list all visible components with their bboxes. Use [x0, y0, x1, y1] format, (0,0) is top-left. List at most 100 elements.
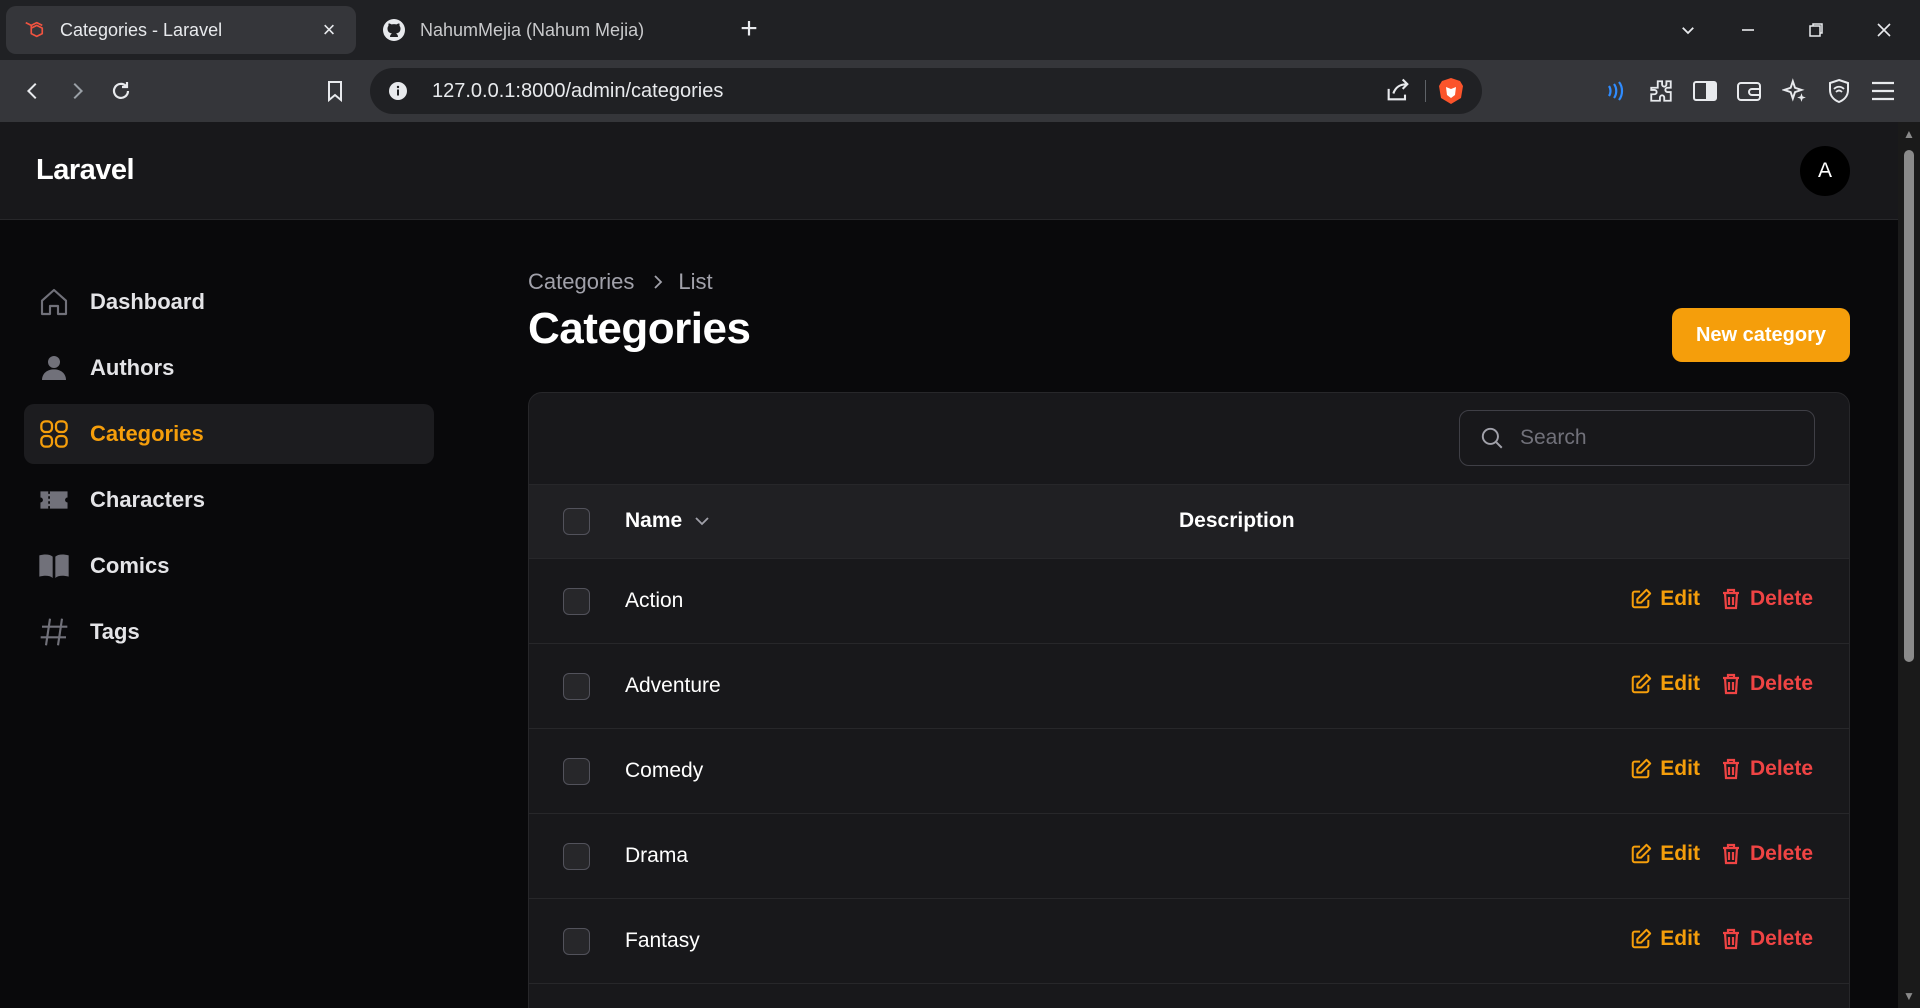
github-icon	[382, 18, 406, 42]
sidebar-nav: Dashboard Authors Categories Characters …	[24, 272, 434, 668]
table-row: Adventure Edit Delete	[529, 644, 1849, 729]
sidebar-item-characters[interactable]: Characters	[24, 470, 434, 530]
edit-icon	[1630, 928, 1652, 950]
row-checkbox[interactable]	[563, 758, 590, 785]
tab-title: NahumMejia (Nahum Mejia)	[420, 19, 645, 40]
extensions-icon[interactable]	[1644, 74, 1678, 108]
row-name: Fantasy	[625, 929, 700, 952]
sidebar-item-label: Authors	[90, 355, 175, 380]
sparkle-icon[interactable]	[1778, 74, 1812, 108]
row-actions: Edit Delete	[1630, 672, 1813, 696]
back-icon[interactable]	[16, 74, 50, 108]
search-icon	[1478, 424, 1506, 452]
delete-button[interactable]: Delete	[1720, 927, 1813, 951]
table-toolbar: Search	[529, 393, 1849, 485]
select-all-checkbox[interactable]	[563, 508, 590, 535]
delete-label: Delete	[1749, 672, 1813, 695]
row-actions: Edit Delete	[1630, 842, 1813, 866]
edit-label: Edit	[1660, 927, 1700, 950]
new-category-button[interactable]: New category	[1672, 308, 1850, 362]
breadcrumb-root[interactable]: Categories	[528, 269, 634, 295]
vpn-shield-icon[interactable]	[1822, 74, 1856, 108]
row-checkbox[interactable]	[563, 673, 590, 700]
page-scrollbar[interactable]: ▲ ▼	[1898, 122, 1920, 1008]
close-window-icon[interactable]	[1864, 12, 1904, 48]
new-tab-button[interactable]: +	[732, 12, 766, 46]
edit-label: Edit	[1660, 842, 1700, 865]
trash-icon	[1720, 588, 1742, 610]
row-actions: Edit Delete	[1630, 587, 1813, 611]
restore-icon[interactable]	[1796, 12, 1836, 48]
sidebar-item-authors[interactable]: Authors	[24, 338, 434, 398]
sidebar-item-label: Characters	[90, 487, 205, 512]
reload-icon[interactable]	[104, 74, 138, 108]
delete-button[interactable]: Delete	[1720, 842, 1813, 866]
user-avatar[interactable]: A	[1800, 146, 1850, 196]
laravel-icon	[22, 18, 46, 42]
sidebar-item-dashboard[interactable]: Dashboard	[24, 272, 434, 332]
bookmark-icon[interactable]	[318, 74, 352, 108]
search-placeholder: Search	[1520, 426, 1587, 449]
brave-shields-icon[interactable]	[1438, 77, 1464, 110]
column-header-description: Description	[1179, 509, 1295, 532]
row-name: Drama	[625, 844, 689, 867]
delete-button[interactable]: Delete	[1720, 757, 1813, 781]
scrollbar-thumb[interactable]	[1904, 150, 1914, 662]
edit-button[interactable]: Edit	[1630, 927, 1700, 951]
column-header-name[interactable]: Name	[625, 509, 710, 533]
menu-icon[interactable]	[1866, 74, 1900, 108]
edit-label: Edit	[1660, 672, 1700, 695]
edit-icon	[1630, 758, 1652, 780]
close-tab-icon[interactable]: ×	[318, 17, 340, 43]
row-checkbox[interactable]	[563, 588, 590, 615]
edit-button[interactable]: Edit	[1630, 672, 1700, 696]
wallet-icon[interactable]	[1732, 74, 1766, 108]
trash-icon	[1720, 928, 1742, 950]
url-text: 127.0.0.1:8000/admin/categories	[432, 79, 724, 102]
edit-icon	[1630, 843, 1652, 865]
user-icon	[38, 352, 70, 384]
home-icon	[38, 286, 70, 318]
table-row: Action Edit Delete	[529, 559, 1849, 644]
edit-button[interactable]: Edit	[1630, 587, 1700, 611]
tab-search-icon[interactable]	[1668, 12, 1708, 48]
sidebar-item-label: Categories	[90, 421, 204, 446]
edit-label: Edit	[1660, 757, 1700, 780]
share-icon[interactable]	[1384, 76, 1412, 109]
trash-icon	[1720, 843, 1742, 865]
ticket-icon	[38, 484, 70, 516]
table-row: Comedy Edit Delete	[529, 729, 1849, 814]
breadcrumb-current: List	[678, 269, 713, 294]
minimize-icon[interactable]	[1728, 12, 1768, 48]
chevron-down-icon	[694, 515, 710, 527]
grid-icon	[38, 418, 70, 450]
sidebar-toggle-icon[interactable]	[1688, 74, 1722, 108]
edit-icon	[1630, 673, 1652, 695]
forward-icon[interactable]	[60, 74, 94, 108]
edit-button[interactable]: Edit	[1630, 757, 1700, 781]
delete-button[interactable]: Delete	[1720, 672, 1813, 696]
sidebar-item-tags[interactable]: Tags	[24, 602, 434, 662]
scroll-down-icon[interactable]: ▼	[1903, 990, 1915, 1002]
search-input[interactable]: Search	[1459, 410, 1815, 466]
sidebar-item-comics[interactable]: Comics	[24, 536, 434, 596]
page-title: Categories	[528, 304, 751, 353]
delete-label: Delete	[1749, 842, 1813, 865]
tab-categories[interactable]: Categories - Laravel ×	[6, 6, 356, 54]
edit-label: Edit	[1660, 587, 1700, 610]
row-name: Adventure	[625, 674, 721, 697]
row-name: Action	[625, 589, 684, 612]
row-checkbox[interactable]	[563, 843, 590, 870]
site-info-icon[interactable]	[386, 79, 410, 103]
sidebar-item-categories[interactable]: Categories	[24, 404, 434, 464]
edit-button[interactable]: Edit	[1630, 842, 1700, 866]
scroll-up-icon[interactable]: ▲	[1903, 128, 1915, 140]
brand-logo[interactable]: Laravel	[36, 154, 135, 187]
delete-label: Delete	[1749, 587, 1813, 610]
row-checkbox[interactable]	[563, 928, 590, 955]
delete-button[interactable]: Delete	[1720, 587, 1813, 611]
tab-github[interactable]: NahumMejia (Nahum Mejia)	[366, 6, 706, 54]
address-bar[interactable]: 127.0.0.1:8000/admin/categories	[370, 68, 1482, 114]
breadcrumb: Categories List	[528, 262, 1850, 302]
leo-ai-icon[interactable]	[1598, 74, 1632, 108]
